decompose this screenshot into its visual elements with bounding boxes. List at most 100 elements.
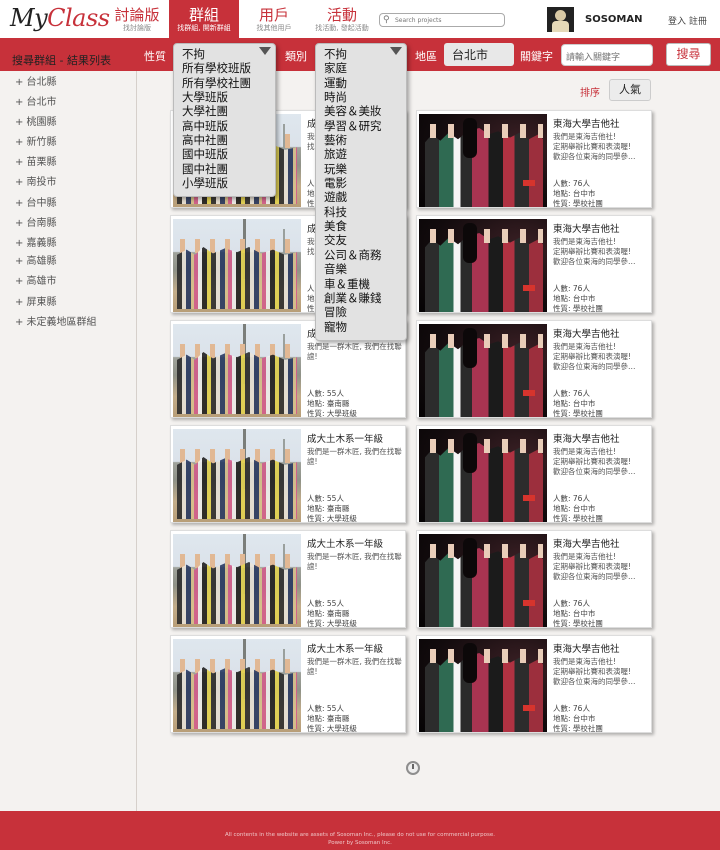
category-option[interactable]: 電影 xyxy=(324,176,406,190)
sidebar-item-region[interactable]: + 高雄縣 xyxy=(15,252,57,267)
nav-tab-groups[interactable]: 群組 找群組, 開新群組 xyxy=(169,0,239,38)
group-title[interactable]: 東海大學吉他社 xyxy=(553,326,620,340)
username[interactable]: SOSOMAN xyxy=(585,14,642,25)
project-search-input[interactable] xyxy=(395,15,500,25)
chevron-down-icon[interactable] xyxy=(259,47,271,55)
category-option[interactable]: 科技 xyxy=(324,205,406,219)
group-photo xyxy=(173,639,301,732)
nature-option[interactable]: 高中班版 xyxy=(182,119,275,133)
category-dropdown[interactable]: 不拘 家庭 運動 時尚 美容＆美妝 學習＆研究 藝術 旅遊 玩樂 電影 遊戲 科… xyxy=(315,43,407,341)
nature-option[interactable]: 國中班版 xyxy=(182,147,275,161)
keyword-field[interactable] xyxy=(561,44,654,67)
nature-option[interactable]: 所有學校社團 xyxy=(182,76,275,90)
sidebar-item-region[interactable]: + 台北市 xyxy=(15,93,57,108)
sidebar-item-region[interactable]: + 新竹縣 xyxy=(15,133,57,148)
nav-tab-forum[interactable]: 討論版 找討論版 xyxy=(102,0,172,38)
nature-option[interactable]: 所有學校班版 xyxy=(182,61,275,75)
sidebar-item-region[interactable]: + 嘉義縣 xyxy=(15,234,57,249)
group-title[interactable]: 成大土木系一年級 xyxy=(307,431,383,445)
group-card[interactable]: 成大土木系一年級 我們是一群木匠, 我們在找聯誼! 人數: 55人 地點: 臺南… xyxy=(170,635,406,733)
category-option[interactable]: 寵物 xyxy=(324,320,406,334)
logo-class: Class xyxy=(47,4,110,32)
group-photo xyxy=(173,324,301,417)
group-card[interactable]: 東海大學吉他社 我們是東海吉他社! 定期舉辦比賽和表演喔! 歡迎各位東海的同學參… xyxy=(416,215,652,313)
group-title[interactable]: 東海大學吉他社 xyxy=(553,116,620,130)
keyword-input[interactable] xyxy=(566,49,654,67)
category-option[interactable]: 冒險 xyxy=(324,305,406,319)
group-title[interactable]: 東海大學吉他社 xyxy=(553,221,620,235)
group-type: 性質: 大學班級 xyxy=(307,514,357,523)
login-register-link[interactable]: 登入 註冊 xyxy=(668,14,707,27)
group-location: 地點: 台中市 xyxy=(553,714,596,723)
category-option[interactable]: 學習＆研究 xyxy=(324,119,406,133)
category-option[interactable]: 旅遊 xyxy=(324,147,406,161)
footer-powered-by: Power by Sosoman Inc. xyxy=(328,840,392,846)
category-option[interactable]: 美容＆美妝 xyxy=(324,104,406,118)
category-option[interactable]: 車＆重機 xyxy=(324,277,406,291)
group-title[interactable]: 成大土木系一年級 xyxy=(307,641,383,655)
group-card[interactable]: 東海大學吉他社 我們是東海吉他社! 定期舉辦比賽和表演喔! 歡迎各位東海的同學參… xyxy=(416,635,652,733)
group-title[interactable]: 東海大學吉他社 xyxy=(553,536,620,550)
region-label: 地區 xyxy=(415,50,437,63)
group-card[interactable]: 東海大學吉他社 我們是東海吉他社! 定期舉辦比賽和表演喔! 歡迎各位東海的同學參… xyxy=(416,320,652,418)
group-card[interactable]: 成大土木系一年級 我們是一群木匠, 我們在找聯誼! 人數: 55人 地點: 臺南… xyxy=(170,530,406,628)
nature-option[interactable]: 大學社團 xyxy=(182,104,275,118)
group-card[interactable]: 東海大學吉他社 我們是東海吉他社! 定期舉辦比賽和表演喔! 歡迎各位東海的同學參… xyxy=(416,110,652,208)
group-meta: 人數: 76人 地點: 台中市 性質: 學校社團 xyxy=(553,704,603,734)
logo[interactable]: MyClass xyxy=(10,4,110,32)
nav-tab-events[interactable]: 活動 找活動, 發起活動 xyxy=(307,0,377,38)
category-option[interactable]: 音樂 xyxy=(324,262,406,276)
nature-option[interactable]: 小學班版 xyxy=(182,176,275,190)
region-select[interactable]: 台北市 xyxy=(444,43,514,66)
sidebar-item-region[interactable]: + 未定義地區群組 xyxy=(15,313,97,328)
sidebar-title: 搜尋群組 - 結果列表 xyxy=(12,54,111,67)
sidebar-item-region[interactable]: + 南投市 xyxy=(15,173,57,188)
group-type: 性質: 學校社團 xyxy=(553,304,603,313)
category-option[interactable]: 美食 xyxy=(324,219,406,233)
category-option[interactable]: 運動 xyxy=(324,76,406,90)
group-title[interactable]: 東海大學吉他社 xyxy=(553,431,620,445)
group-member-count: 人數: 76人 xyxy=(553,179,590,188)
sidebar-item-region[interactable]: + 台中縣 xyxy=(15,194,57,209)
category-option[interactable]: 家庭 xyxy=(324,61,406,75)
sidebar-item-region[interactable]: + 桃園縣 xyxy=(15,113,57,128)
nature-option[interactable]: 國中社團 xyxy=(182,162,275,176)
category-option[interactable]: 公司＆商務 xyxy=(324,248,406,262)
nav-tab-users[interactable]: 用戶 找其他用戶 xyxy=(239,0,309,38)
group-photo xyxy=(173,429,301,522)
nature-option[interactable]: 大學班版 xyxy=(182,90,275,104)
group-title[interactable]: 東海大學吉他社 xyxy=(553,641,620,655)
category-option[interactable]: 創業＆賺錢 xyxy=(324,291,406,305)
avatar[interactable] xyxy=(547,7,574,32)
sidebar-item-region[interactable]: + 屏東縣 xyxy=(15,293,57,308)
group-meta: 人數: 76人 地點: 台中市 性質: 學校社團 xyxy=(553,284,603,314)
group-location: 地點: 台中市 xyxy=(553,294,596,303)
group-title[interactable]: 成大土木系一年級 xyxy=(307,536,383,550)
sidebar-item-region[interactable]: + 台北縣 xyxy=(15,73,57,88)
group-type: 性質: 學校社團 xyxy=(553,724,603,733)
nature-dropdown[interactable]: 不拘 所有學校班版 所有學校社團 大學班版 大學社團 高中班版 高中社團 國中班… xyxy=(173,43,276,197)
category-option[interactable]: 時尚 xyxy=(324,90,406,104)
group-card[interactable]: 東海大學吉他社 我們是東海吉他社! 定期舉辦比賽和表演喔! 歡迎各位東海的同學參… xyxy=(416,530,652,628)
nature-option[interactable]: 高中社團 xyxy=(182,133,275,147)
sort-button[interactable]: 人氣 xyxy=(609,79,651,101)
search-icon: ⚲ xyxy=(383,15,390,25)
chevron-down-icon[interactable] xyxy=(390,47,402,55)
category-option[interactable]: 玩樂 xyxy=(324,162,406,176)
project-search[interactable]: ⚲ xyxy=(379,13,505,27)
sidebar-item-region[interactable]: + 苗栗縣 xyxy=(15,153,57,168)
loading-icon xyxy=(406,761,420,775)
nav-tab-label: 討論版 xyxy=(114,6,160,24)
sidebar-item-region[interactable]: + 高雄市 xyxy=(15,272,57,287)
keyword-label: 關鍵字 xyxy=(520,50,553,63)
search-button[interactable]: 搜尋 xyxy=(666,43,711,66)
category-option[interactable]: 遊戲 xyxy=(324,190,406,204)
logo-my: My xyxy=(10,4,48,32)
sidebar-item-region[interactable]: + 台南縣 xyxy=(15,214,57,229)
group-location: 地點: 台中市 xyxy=(553,189,596,198)
group-meta: 人 地 性 xyxy=(307,179,315,209)
group-card[interactable]: 東海大學吉他社 我們是東海吉他社! 定期舉辦比賽和表演喔! 歡迎各位東海的同學參… xyxy=(416,425,652,523)
group-card[interactable]: 成大土木系一年級 我們是一群木匠, 我們在找聯誼! 人數: 55人 地點: 臺南… xyxy=(170,425,406,523)
category-option[interactable]: 交友 xyxy=(324,233,406,247)
category-option[interactable]: 藝術 xyxy=(324,133,406,147)
